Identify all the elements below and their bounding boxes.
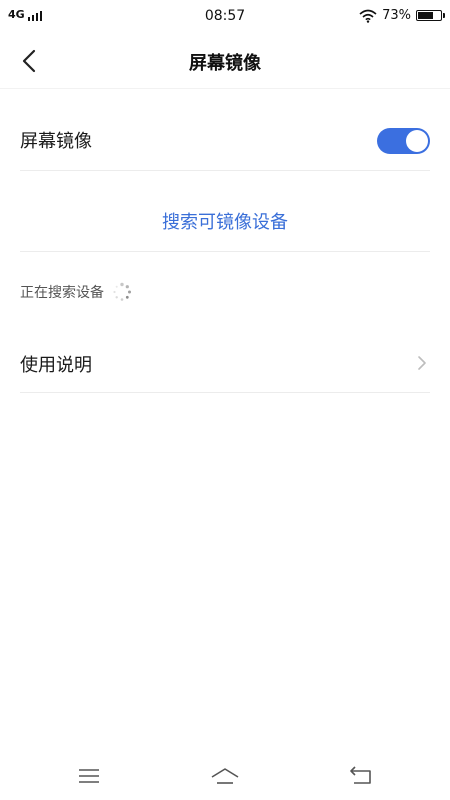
instructions-row[interactable]: 使用说明 xyxy=(20,338,430,388)
chevron-right-icon xyxy=(418,356,426,370)
search-devices-button[interactable]: 搜索可镜像设备 xyxy=(0,208,450,234)
battery-fill xyxy=(418,12,433,19)
searching-text: 正在搜索设备 xyxy=(20,285,104,301)
searching-status: 正在搜索设备 xyxy=(20,280,132,304)
menu-button[interactable] xyxy=(74,764,104,788)
screen-mirror-label: 屏幕镜像 xyxy=(20,131,92,152)
wifi-icon xyxy=(359,9,377,23)
loading-spinner-icon xyxy=(113,282,131,301)
divider xyxy=(20,392,430,393)
menu-icon xyxy=(79,769,99,783)
back-nav-button[interactable] xyxy=(346,764,376,788)
nav-bar: 屏幕镜像 xyxy=(0,34,450,88)
header-divider xyxy=(0,88,450,89)
screen-mirror-toggle[interactable] xyxy=(377,128,430,154)
divider xyxy=(20,170,430,171)
home-icon xyxy=(211,768,239,784)
back-icon xyxy=(350,766,371,784)
instructions-label: 使用说明 xyxy=(20,355,92,376)
page-title: 屏幕镜像 xyxy=(189,53,261,74)
screen-mirror-row: 屏幕镜像 xyxy=(20,110,430,170)
home-button[interactable] xyxy=(210,764,240,788)
status-right: 73% xyxy=(359,8,445,23)
divider xyxy=(20,251,430,252)
battery-percent: 73% xyxy=(382,8,411,23)
toggle-knob xyxy=(406,130,428,152)
system-nav-bar xyxy=(0,752,450,800)
battery-icon xyxy=(416,10,445,21)
status-bar: 4G 08:57 73% xyxy=(0,0,450,34)
